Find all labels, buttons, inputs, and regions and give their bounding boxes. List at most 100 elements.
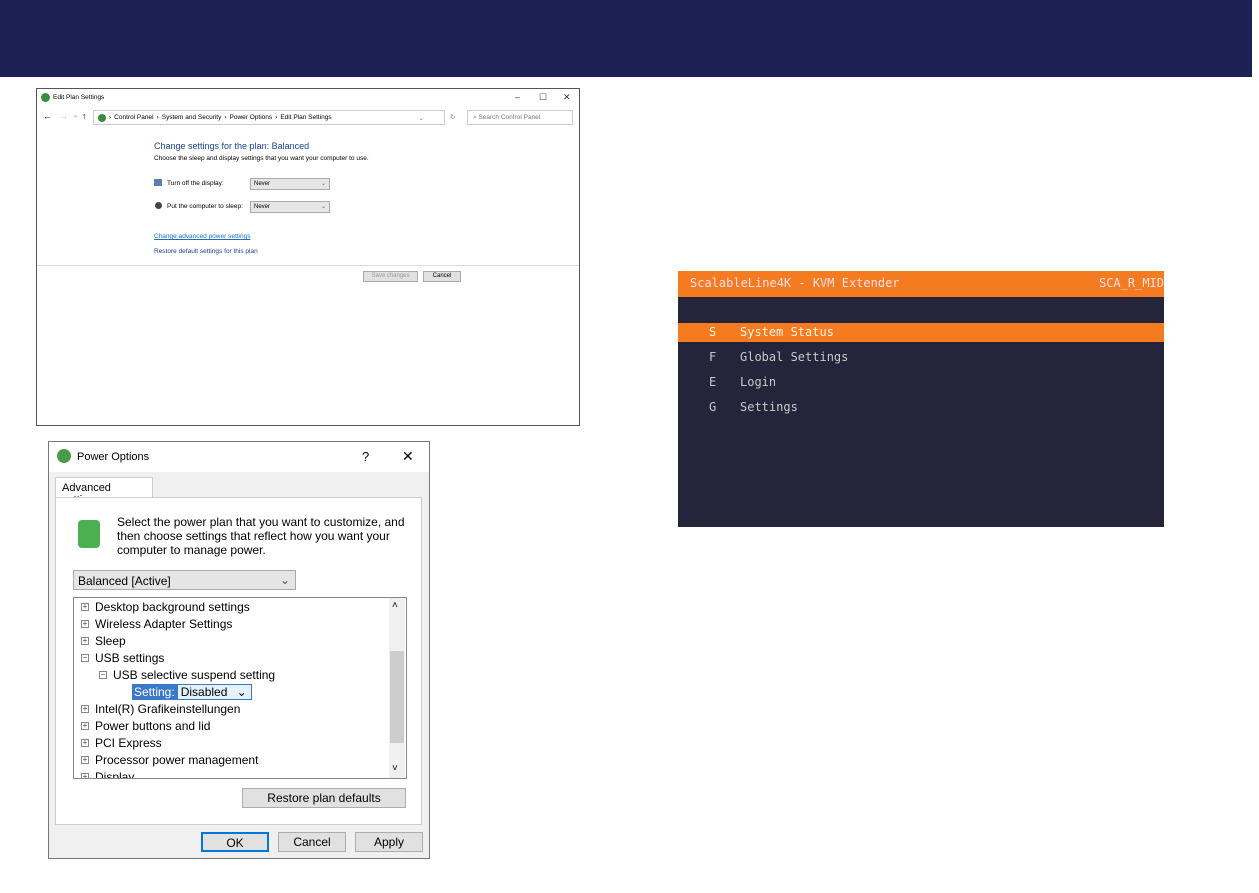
setting-row: Setting: Disabled ⌄ (132, 683, 252, 700)
tree-item-label: USB settings (95, 650, 165, 665)
tree-item[interactable]: + Processor power management (81, 751, 258, 768)
device-name: SCA_R_MID (1098, 276, 1164, 290)
tree-item[interactable]: − USB selective suspend setting (99, 666, 275, 683)
control-panel-icon (98, 113, 106, 122)
maximize-button[interactable]: ☐ (539, 92, 547, 103)
up-arrow-icon[interactable]: ↑ (82, 111, 87, 121)
help-button[interactable]: ? (362, 449, 369, 464)
chevron-down-icon[interactable]: ⌄ (419, 114, 424, 122)
power-app-icon (57, 449, 71, 463)
tree-item[interactable]: + Wireless Adapter Settings (81, 615, 232, 632)
scroll-down-icon[interactable]: ˅ (392, 763, 398, 774)
expand-icon[interactable]: + (81, 772, 89, 778)
tree-item-label: Processor power management (95, 752, 259, 767)
scrollbar-thumb[interactable] (390, 651, 404, 743)
scrollbar[interactable]: ˄ ˅ (389, 598, 405, 778)
title-bar: Edit Plan Settings – ☐ ✕ (37, 89, 579, 107)
tree-item[interactable]: + PCI Express (81, 734, 162, 751)
cancel-button[interactable]: Cancel (423, 271, 461, 282)
advanced-settings-panel: Select the power plan that you want to c… (55, 497, 422, 825)
chevron-down-icon: ⌄ (320, 181, 326, 187)
chevron-down-icon: ⌄ (279, 573, 290, 587)
hotkey: S (709, 325, 717, 339)
close-button[interactable]: ✕ (563, 92, 571, 103)
osd-menu-item[interactable]: E Login (678, 373, 1164, 392)
chevron-down-icon: ⌄ (236, 684, 247, 699)
expand-icon[interactable]: + (81, 602, 89, 611)
sleep-timeout-select[interactable]: Never ⌄ (250, 201, 330, 213)
tree-item[interactable]: − USB settings (81, 649, 164, 666)
refresh-icon[interactable]: ↻ (450, 113, 455, 121)
expand-icon[interactable]: + (81, 704, 89, 713)
expand-icon[interactable]: + (81, 619, 89, 628)
cancel-button[interactable]: Cancel (278, 832, 346, 852)
title-bar: Power Options ? ✕ (49, 442, 429, 472)
hotkey: E (709, 375, 717, 389)
battery-plug-icon (78, 520, 100, 548)
tree-item-label: Intel(R) Grafikeinstellungen (95, 701, 241, 716)
tree-item-label: Desktop background settings (95, 599, 250, 614)
menu-label: Login (740, 375, 777, 389)
osd-title: ScalableLine4K - KVM Extender (690, 276, 900, 290)
save-changes-button[interactable]: Save changes (363, 271, 418, 282)
osd-header: ScalableLine4K - KVM Extender SCA_R_MID (678, 271, 1164, 297)
breadcrumb-item[interactable]: Edit Plan Settings (280, 114, 331, 121)
menu-label: Settings (740, 400, 798, 414)
expand-icon[interactable]: + (81, 738, 89, 747)
restore-plan-defaults-button[interactable]: Restore plan defaults (242, 788, 406, 808)
expand-icon[interactable]: + (81, 721, 89, 730)
display-timeout-select[interactable]: Never ⌄ (250, 178, 330, 190)
setting-value: Disabled (180, 684, 228, 699)
tab-advanced-settings[interactable]: Advanced settings (55, 477, 153, 506)
tree-item[interactable]: + Display (81, 768, 135, 779)
sleep-label: Put the computer to sleep: (167, 203, 243, 210)
recent-chevron-icon[interactable]: ⌄ (73, 112, 78, 119)
expand-icon[interactable]: + (81, 755, 89, 764)
tree-item-label: PCI Express (95, 735, 162, 750)
sleep-icon (155, 202, 162, 209)
tree-item[interactable]: + Sleep (81, 632, 126, 649)
tree-item-label: Sleep (95, 633, 126, 648)
page-subtitle: Choose the sleep and display settings th… (154, 155, 369, 162)
menu-label: Global Settings (740, 350, 849, 364)
apply-button[interactable]: Apply (355, 832, 423, 852)
minimize-button[interactable]: – (515, 92, 520, 102)
ok-button[interactable]: OK (201, 832, 269, 852)
address-bar[interactable]: › Control Panel › System and Security › Pow… (93, 110, 445, 125)
osd-menu-item[interactable]: F Global Settings (678, 348, 1164, 367)
tree-item-label: Wireless Adapter Settings (95, 616, 233, 631)
tree-item[interactable]: + Power buttons and lid (81, 717, 210, 734)
tree-item[interactable]: + Intel(R) Grafikeinstellungen (81, 700, 240, 717)
close-button[interactable]: ✕ (402, 448, 414, 465)
intro-text: Select the power plan that you want to c… (117, 515, 405, 557)
tree-item-label: USB selective suspend setting (113, 667, 276, 682)
breadcrumb-item[interactable]: System and Security (162, 114, 222, 121)
expand-icon[interactable]: + (81, 636, 89, 645)
power-options-dialog: Power Options ? ✕ Advanced settings Sele… (48, 441, 430, 859)
back-arrow-icon[interactable]: ← (43, 111, 52, 121)
power-plan-select[interactable]: Balanced [Active] ⌄ (73, 570, 296, 590)
display-icon (154, 179, 162, 186)
plan-value: Balanced [Active] (78, 574, 171, 588)
settings-tree: ˄ ˅ + Desktop background settings + Wireles… (73, 597, 407, 779)
tree-item-label: Power buttons and lid (95, 718, 211, 733)
breadcrumb-item[interactable]: Control Panel (114, 114, 153, 121)
setting-select[interactable]: Disabled ⌄ (176, 683, 252, 700)
tree-item-label: Display (95, 769, 135, 779)
tree-item[interactable]: + Desktop background settings (81, 598, 250, 615)
breadcrumb-item[interactable]: Power Options (230, 114, 273, 121)
display-value: Never (254, 181, 271, 187)
forward-arrow-icon[interactable]: → (59, 111, 68, 121)
advanced-settings-link[interactable]: Change advanced power settings (154, 233, 250, 240)
osd-menu-item[interactable]: G Settings (678, 398, 1164, 417)
edit-plan-settings-window: Edit Plan Settings – ☐ ✕ ← → ⌄ ↑ › Contro… (36, 88, 580, 426)
scroll-up-icon[interactable]: ˄ (392, 600, 398, 611)
header-band (0, 0, 1252, 77)
restore-defaults-link[interactable]: Restore default settings for this plan (154, 248, 258, 255)
osd-menu-item[interactable]: S System Status (678, 323, 1164, 342)
search-input[interactable]: ⌕ Search Control Panel (467, 110, 573, 125)
kvm-osd-menu: ScalableLine4K - KVM Extender SCA_R_MID … (678, 271, 1164, 527)
collapse-icon[interactable]: − (99, 670, 107, 679)
collapse-icon[interactable]: − (81, 653, 89, 662)
chevron-down-icon: ⌄ (320, 204, 326, 210)
